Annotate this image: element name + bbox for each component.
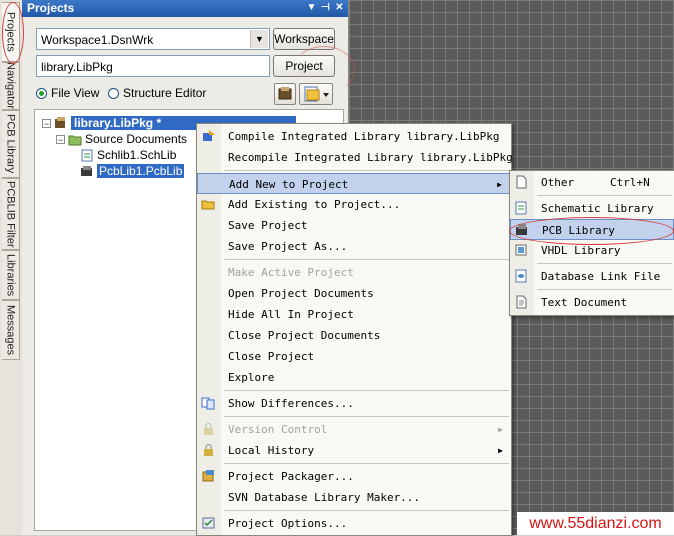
menu-item-close-project[interactable]: Close Project — [197, 346, 511, 367]
side-tab-pcblib-filter[interactable]: PCBLIB Filter — [2, 178, 20, 250]
tree-doc-label: PcbLib1.PcbLib — [97, 164, 185, 178]
submenu-item-schematic-library[interactable]: Schematic Library — [510, 198, 674, 219]
menu-item-add-existing[interactable]: Add Existing to Project... — [197, 194, 511, 215]
project-field[interactable]: library.LibPkg — [36, 55, 270, 77]
schematic-library-icon — [515, 201, 527, 215]
tree-doc-pcblib[interactable]: PcbLib1.PcbLib — [80, 163, 185, 179]
radio-selected-icon — [36, 87, 47, 99]
menu-item-version-control: Version Control ▶ — [197, 419, 511, 440]
schematic-library-icon — [81, 149, 93, 161]
menu-item-local-history[interactable]: Local History ▶ — [197, 440, 511, 461]
menu-item-save-project[interactable]: Save Project — [197, 215, 511, 236]
side-tab-navigator[interactable]: Navigator — [2, 62, 20, 110]
differences-icon — [201, 397, 215, 410]
menu-item-close-documents[interactable]: Close Project Documents — [197, 325, 511, 346]
menu-separator — [224, 416, 509, 417]
context-menu: Compile Integrated Library library.LibPk… — [196, 123, 513, 536]
collapse-icon[interactable]: − — [56, 134, 65, 144]
open-folder-icon — [201, 200, 215, 210]
side-tab-strip: Projects Navigator PCB Library PCBLIB Fi… — [0, 0, 23, 535]
shortcut-label: Ctrl+N — [610, 176, 650, 189]
library-tool-button[interactable] — [274, 83, 296, 105]
lock-icon — [204, 423, 213, 435]
file-view-radio[interactable]: File View — [36, 86, 99, 100]
menu-item-add-new[interactable]: Add New to Project ▶ — [197, 173, 511, 194]
menu-item-project-packager[interactable]: Project Packager... — [197, 466, 511, 487]
menu-item-svn-maker[interactable]: SVN Database Library Maker... — [197, 487, 511, 508]
side-tab-libraries[interactable]: Libraries — [2, 250, 20, 300]
chevron-down-icon[interactable]: ▼ — [250, 30, 268, 48]
panel-title: Projects — [27, 1, 75, 15]
menu-separator — [224, 170, 509, 171]
menu-item-project-options[interactable]: Project Options... — [197, 513, 511, 534]
menu-separator — [537, 289, 672, 290]
menu-item-make-active: Make Active Project — [228, 266, 354, 279]
menu-item-compile[interactable]: Compile Integrated Library library.LibPk… — [197, 126, 511, 147]
database-link-icon — [515, 269, 527, 283]
tree-doc-label: Schlib1.SchLib — [97, 148, 177, 162]
packager-icon — [202, 470, 214, 482]
annotation-oval — [509, 217, 674, 245]
submenu-item-text-document[interactable]: Text Document — [510, 292, 674, 313]
pcb-library-icon — [81, 165, 92, 176]
workspace-combo[interactable]: Workspace1.DsnWrk ▼ — [36, 28, 270, 50]
compile-icon — [203, 130, 215, 141]
library-icon — [278, 87, 292, 100]
submenu-item-database-link[interactable]: Database Link File — [510, 266, 674, 287]
annotation-stroke — [293, 46, 355, 94]
watermark: www.55dianzi.com — [517, 512, 674, 535]
menu-item-explore[interactable]: Explore — [197, 367, 511, 388]
folder-icon — [68, 135, 82, 145]
options-icon — [202, 517, 215, 529]
tree-folder-node[interactable]: − Source Documents — [56, 131, 187, 147]
side-tab-messages[interactable]: Messages — [2, 300, 20, 360]
lock-icon — [204, 444, 213, 456]
project-value: library.LibPkg — [41, 60, 113, 74]
annotation-oval — [2, 2, 24, 64]
collapse-icon[interactable]: − — [42, 118, 51, 128]
menu-item-open-documents[interactable]: Open Project Documents — [197, 283, 511, 304]
library-package-icon — [55, 116, 65, 128]
menu-separator — [224, 463, 509, 464]
pin-icon[interactable]: ⊣ — [319, 1, 332, 14]
menu-separator — [224, 510, 509, 511]
vhdl-library-icon — [515, 244, 527, 256]
menu-item-recompile[interactable]: Recompile Integrated Library library.Lib… — [197, 147, 513, 168]
menu-item-save-project-as[interactable]: Save Project As... — [197, 236, 511, 257]
structure-editor-radio[interactable]: Structure Editor — [108, 86, 206, 100]
menu-separator — [224, 390, 509, 391]
text-document-icon — [516, 295, 527, 309]
close-icon[interactable]: ✕ — [333, 1, 346, 14]
menu-separator — [537, 195, 672, 196]
tree-folder-label: Source Documents — [85, 132, 188, 146]
submenu-item-other[interactable]: Other Ctrl+N — [510, 172, 674, 193]
panel-title-bar: Projects ▼ ⊣ ✕ — [22, 0, 348, 17]
menu-item-hide-all[interactable]: Hide All In Project — [197, 304, 511, 325]
submenu-arrow-icon: ▶ — [497, 180, 502, 189]
radio-empty-icon — [108, 87, 119, 99]
workspace-value: Workspace1.DsnWrk — [41, 33, 154, 47]
menu-item-show-differences[interactable]: Show Differences... — [197, 393, 511, 414]
dropdown-icon[interactable]: ▼ — [305, 1, 318, 14]
side-tab-pcb-library[interactable]: PCB Library — [2, 110, 20, 178]
tree-doc-schlib[interactable]: Schlib1.SchLib — [80, 147, 176, 163]
submenu-arrow-icon: ▶ — [498, 446, 503, 455]
submenu-arrow-icon: ▶ — [498, 425, 503, 434]
blank-document-icon — [516, 175, 527, 189]
menu-separator — [224, 259, 509, 260]
menu-separator — [537, 263, 672, 264]
